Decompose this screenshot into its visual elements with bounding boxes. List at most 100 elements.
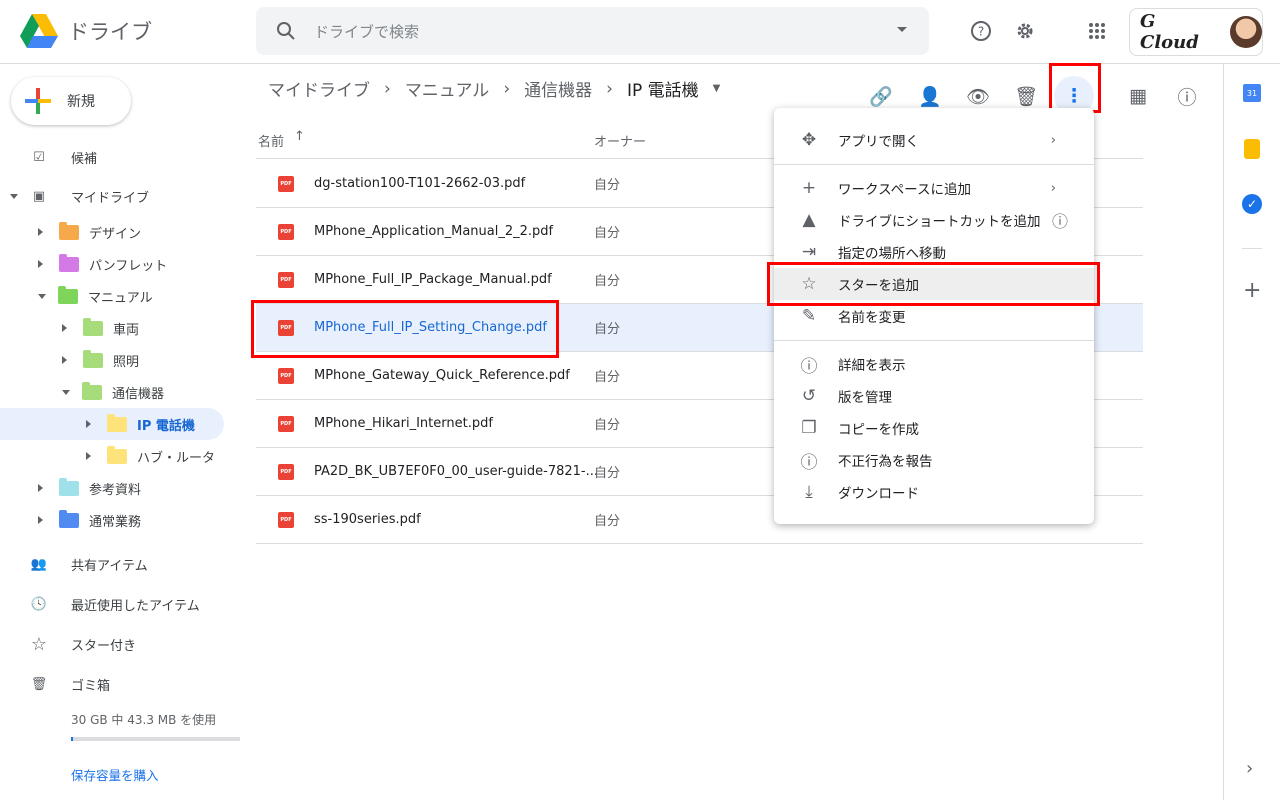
keep-icon[interactable] <box>1244 139 1260 159</box>
pdf-icon: PDF <box>278 271 294 288</box>
expand-arrow-icon[interactable] <box>38 260 47 268</box>
info-icon[interactable]: ⓘ <box>1167 76 1207 116</box>
expand-arrow-icon[interactable] <box>38 516 47 524</box>
file-name[interactable]: ss-190series.pdf <box>314 512 421 527</box>
highlight-box <box>1049 63 1101 113</box>
expand-arrow-icon[interactable] <box>86 420 95 428</box>
sidebar-folder[interactable]: 参考資料 <box>0 472 224 504</box>
plus-icon <box>25 88 51 114</box>
menu-item[interactable]: ❐ コピーを作成 <box>774 412 1094 444</box>
search-bar[interactable]: ドライブで検索 <box>256 7 929 55</box>
plus-icon: + <box>801 178 817 198</box>
col-name[interactable]: 名前 <box>258 131 284 150</box>
sidebar-folder[interactable]: 照明 <box>0 344 224 376</box>
menu-item[interactable]: ⓘ 詳細を表示 <box>774 348 1094 380</box>
side-panel: 31 ✓ + › <box>1223 64 1280 800</box>
drive-logo-icon <box>20 14 58 48</box>
pdf-icon: PDF <box>278 463 294 480</box>
search-icon[interactable] <box>276 21 296 41</box>
file-owner: 自分 <box>594 178 621 193</box>
sidebar-item-starred[interactable]: ☆ スター付き <box>0 628 224 660</box>
menu-item[interactable]: ⤓ ダウンロード <box>774 476 1094 508</box>
expand-arrow-icon[interactable] <box>62 356 71 364</box>
breadcrumb-current[interactable]: IP 電話機 <box>627 76 699 101</box>
expand-arrow-icon[interactable] <box>62 324 71 332</box>
expand-arrow-icon[interactable] <box>10 193 18 203</box>
breadcrumb-item[interactable]: 通信機器 <box>524 76 592 101</box>
file-name[interactable]: MPhone_Application_Manual_2_2.pdf <box>314 224 553 239</box>
sidebar-item-priority[interactable]: ☑ 候補 <box>0 141 224 173</box>
highlight-box <box>251 300 559 358</box>
menu-item[interactable]: ▲ ドライブにショートカットを追加 ⓘ <box>774 204 1094 236</box>
brand-logo: G Cloud <box>1140 11 1199 53</box>
sidebar-folder[interactable]: 通常業務 <box>0 504 224 536</box>
expand-arrow-icon[interactable] <box>38 293 46 303</box>
sidebar-folder[interactable]: パンフレット <box>0 248 224 280</box>
apps-grid-icon[interactable] <box>1088 22 1106 40</box>
expand-arrow-icon[interactable] <box>86 452 95 460</box>
new-label: 新規 <box>67 94 95 110</box>
folder-label: パンフレット <box>89 258 168 274</box>
sidebar-item-recent[interactable]: 🕓 最近使用したアイテム <box>0 588 224 620</box>
breadcrumb-item[interactable]: マイドライブ <box>268 76 370 101</box>
pdf-icon: PDF <box>278 511 294 528</box>
sidebar: 新規 ☑ 候補 ▣ マイドライブ デザインパンフレットマニュアル 車両照明通信機器 IP… <box>0 64 256 800</box>
avatar[interactable] <box>1230 16 1262 48</box>
calendar-icon[interactable]: 31 <box>1243 84 1261 102</box>
expand-arrow-icon[interactable] <box>38 228 47 236</box>
search-input[interactable]: ドライブで検索 <box>314 21 419 42</box>
sidebar-item-shared[interactable]: 👥 共有アイテム <box>0 548 224 580</box>
sort-arrow-up-icon[interactable]: ↑ <box>294 129 305 144</box>
folder-label: 照明 <box>113 354 140 370</box>
search-options-icon[interactable] <box>897 27 907 37</box>
grid-view-icon[interactable]: ▦ <box>1118 76 1158 116</box>
sidebar-folder[interactable]: ハブ・ルータ <box>0 440 224 472</box>
chevron-right-icon[interactable]: › <box>1246 758 1253 779</box>
file-name[interactable]: dg-station100-T101-2662-03.pdf <box>314 176 525 191</box>
sidebar-item-trash[interactable]: 🗑 ゴミ箱 <box>0 668 224 700</box>
file-owner: 自分 <box>594 274 621 289</box>
storage-bar <box>71 737 240 741</box>
sidebar-folder[interactable]: 通信機器 <box>0 376 224 408</box>
file-name[interactable]: MPhone_Gateway_Quick_Reference.pdf <box>314 368 570 383</box>
gear-icon[interactable] <box>1014 20 1036 42</box>
clock-icon: 🕓 <box>30 596 48 612</box>
menu-item[interactable]: ✥ アプリで開く › <box>774 124 1094 156</box>
sidebar-folder[interactable]: IP 電話機 <box>0 408 224 440</box>
file-name[interactable]: MPhone_Full_IP_Package_Manual.pdf <box>314 272 552 287</box>
folder-icon <box>58 285 78 304</box>
download-icon: ⤓ <box>805 482 813 502</box>
folder-icon <box>83 349 103 368</box>
sidebar-item-my-drive[interactable]: ▣ マイドライブ <box>0 180 224 212</box>
chevron-down-icon[interactable]: ▼ <box>713 83 721 94</box>
menu-item[interactable]: + ワークスペースに追加 › <box>774 172 1094 204</box>
drive-logo[interactable]: ドライブ <box>20 14 152 48</box>
breadcrumb: マイドライブ › マニュアル › 通信機器 › IP 電話機 ▼ <box>268 76 721 102</box>
move-folder-icon: ⇥ <box>801 242 817 262</box>
pdf-icon: PDF <box>278 367 294 384</box>
menu-item[interactable]: ⓘ 不正行為を報告 <box>774 444 1094 476</box>
file-name[interactable]: MPhone_Hikari_Internet.pdf <box>314 416 493 431</box>
highlight-box <box>767 262 1100 306</box>
expand-arrow-icon[interactable] <box>62 389 70 399</box>
help-icon[interactable]: ⓘ <box>1052 208 1068 232</box>
buy-storage-link[interactable]: 保存容量を購入 <box>71 765 159 784</box>
folder-icon <box>107 413 127 432</box>
help-icon[interactable]: ? <box>970 20 992 42</box>
add-addon-icon[interactable]: + <box>1243 278 1261 303</box>
breadcrumb-item[interactable]: マニュアル <box>405 76 490 101</box>
menu-divider <box>774 164 1094 165</box>
svg-text:?: ? <box>978 25 984 39</box>
sidebar-folder[interactable]: マニュアル <box>0 280 224 312</box>
sidebar-folder[interactable]: 車両 <box>0 312 224 344</box>
sidebar-folder[interactable]: デザイン <box>0 216 224 248</box>
menu-item[interactable]: ↺ 版を管理 <box>774 380 1094 412</box>
new-button[interactable]: 新規 <box>11 77 131 125</box>
file-owner: 自分 <box>594 514 621 529</box>
col-owner[interactable]: オーナー <box>594 131 646 150</box>
file-name[interactable]: PA2D_BK_UB7EF0F0_00_user-guide-7821-... <box>314 464 598 479</box>
tasks-icon[interactable]: ✓ <box>1242 194 1262 214</box>
pdf-icon: PDF <box>278 415 294 432</box>
account-button[interactable]: G Cloud <box>1129 8 1263 56</box>
expand-arrow-icon[interactable] <box>38 484 47 492</box>
